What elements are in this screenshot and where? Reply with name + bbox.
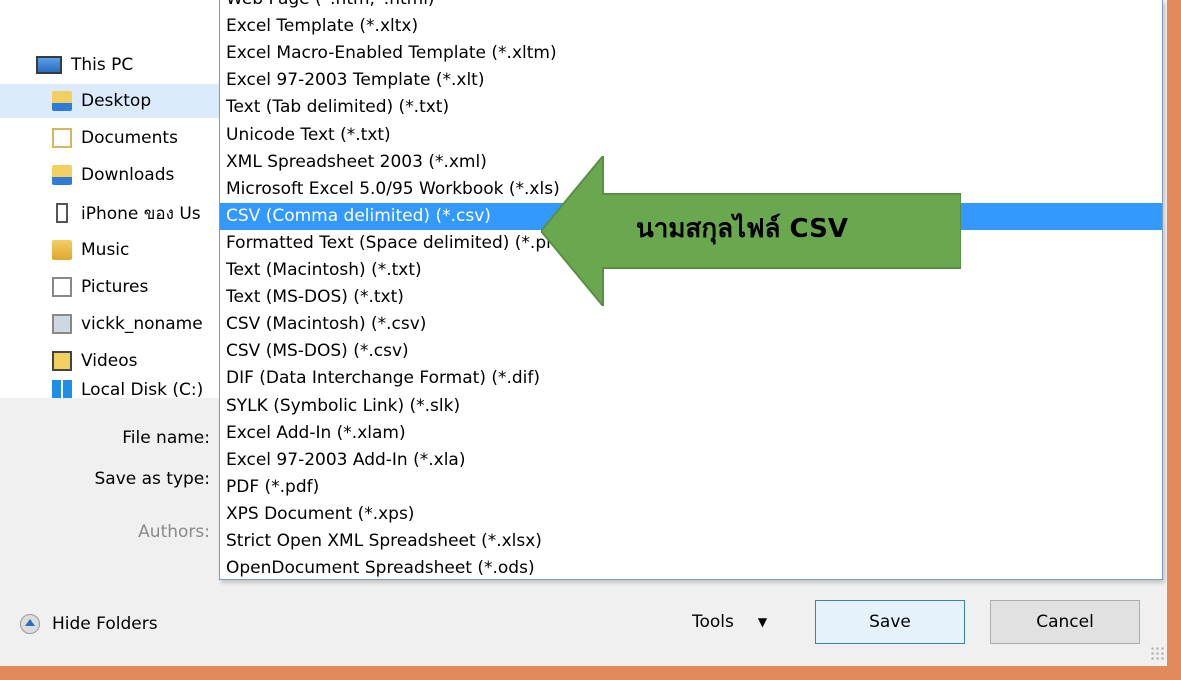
this-pc-icon (36, 56, 62, 74)
type-option[interactable]: PDF (*.pdf) (220, 474, 1162, 501)
documents-icon (52, 128, 72, 148)
nav-item-label: Videos (81, 351, 138, 371)
nav-item-this-pc[interactable]: This PC (36, 48, 216, 82)
nav-item-network[interactable]: vickk_noname (52, 307, 220, 341)
chevron-up-icon (20, 614, 40, 634)
type-option[interactable]: OpenDocument Spreadsheet (*.ods) (220, 555, 1162, 582)
type-option[interactable]: Excel 97-2003 Add-In (*.xla) (220, 447, 1162, 474)
nav-item-label: Documents (81, 128, 178, 148)
type-option[interactable]: Excel Macro-Enabled Template (*.xltm) (220, 40, 1162, 67)
type-option[interactable]: SYLK (Symbolic Link) (*.slk) (220, 393, 1162, 420)
nav-item-label: Desktop (81, 91, 152, 111)
file-name-label: File name: (122, 428, 210, 448)
type-option[interactable]: Excel Template (*.xltx) (220, 13, 1162, 40)
navigation-pane: This PC Desktop Documents Downloads iPho… (0, 0, 230, 398)
nav-item-label: Pictures (81, 277, 149, 297)
type-option[interactable]: Excel 97-2003 Template (*.xlt) (220, 67, 1162, 94)
nav-item-label: Local Disk (C:) (81, 380, 204, 398)
nav-item-downloads[interactable]: Downloads (52, 158, 220, 192)
tools-menu-button[interactable]: Tools ▼ (692, 612, 767, 632)
nav-item-label: vickk_noname (81, 314, 203, 334)
callout-label: นามสกุลไฟล์ CSV (636, 214, 848, 244)
type-option[interactable]: CSV (Macintosh) (*.csv) (220, 311, 1162, 338)
local-disk-icon (52, 380, 72, 398)
nav-item-desktop[interactable]: Desktop (0, 84, 222, 118)
chevron-down-icon: ▼ (757, 615, 768, 629)
nav-item-local-disk[interactable]: Local Disk (C:) (52, 380, 220, 398)
window-border (1167, 0, 1181, 680)
type-option[interactable]: DIF (Data Interchange Format) (*.dif) (220, 365, 1162, 392)
pictures-icon (52, 277, 72, 297)
cancel-button[interactable]: Cancel (990, 600, 1140, 644)
window-border (0, 666, 1181, 680)
music-folder-icon (52, 240, 72, 260)
desktop-folder-icon (52, 91, 72, 111)
nav-item-label: Downloads (81, 165, 175, 185)
nav-item-pictures[interactable]: Pictures (52, 270, 220, 304)
nav-item-label: iPhone ของ Us (81, 203, 201, 224)
type-option[interactable]: Unicode Text (*.txt) (220, 122, 1162, 149)
type-option[interactable]: CSV (MS-DOS) (*.csv) (220, 338, 1162, 365)
save-as-type-label: Save as type: (94, 469, 210, 489)
save-button[interactable]: Save (815, 600, 965, 644)
downloads-folder-icon (52, 165, 72, 185)
nav-item-iphone[interactable]: iPhone ของ Us (52, 196, 220, 230)
nav-item-label: This PC (71, 55, 134, 75)
authors-label: Authors: (138, 522, 210, 542)
nav-item-documents[interactable]: Documents (52, 121, 220, 155)
iphone-icon (56, 203, 68, 223)
nav-item-music[interactable]: Music (52, 233, 220, 267)
type-option[interactable]: Web Page (*.htm;*.html) (220, 0, 1162, 13)
resize-grip-icon[interactable] (1150, 646, 1164, 660)
network-drive-icon (52, 314, 72, 334)
type-option[interactable]: Excel Add-In (*.xlam) (220, 420, 1162, 447)
type-option[interactable]: Strict Open XML Spreadsheet (*.xlsx) (220, 528, 1162, 555)
hide-folders-label: Hide Folders (52, 614, 158, 634)
tools-label: Tools (692, 612, 734, 632)
type-option[interactable]: XPS Document (*.xps) (220, 501, 1162, 528)
type-option[interactable]: Text (Tab delimited) (*.txt) (220, 94, 1162, 121)
nav-item-videos[interactable]: Videos (52, 344, 220, 378)
videos-folder-icon (52, 351, 72, 371)
hide-folders-button[interactable]: Hide Folders (20, 614, 158, 634)
nav-item-label: Music (81, 240, 130, 260)
